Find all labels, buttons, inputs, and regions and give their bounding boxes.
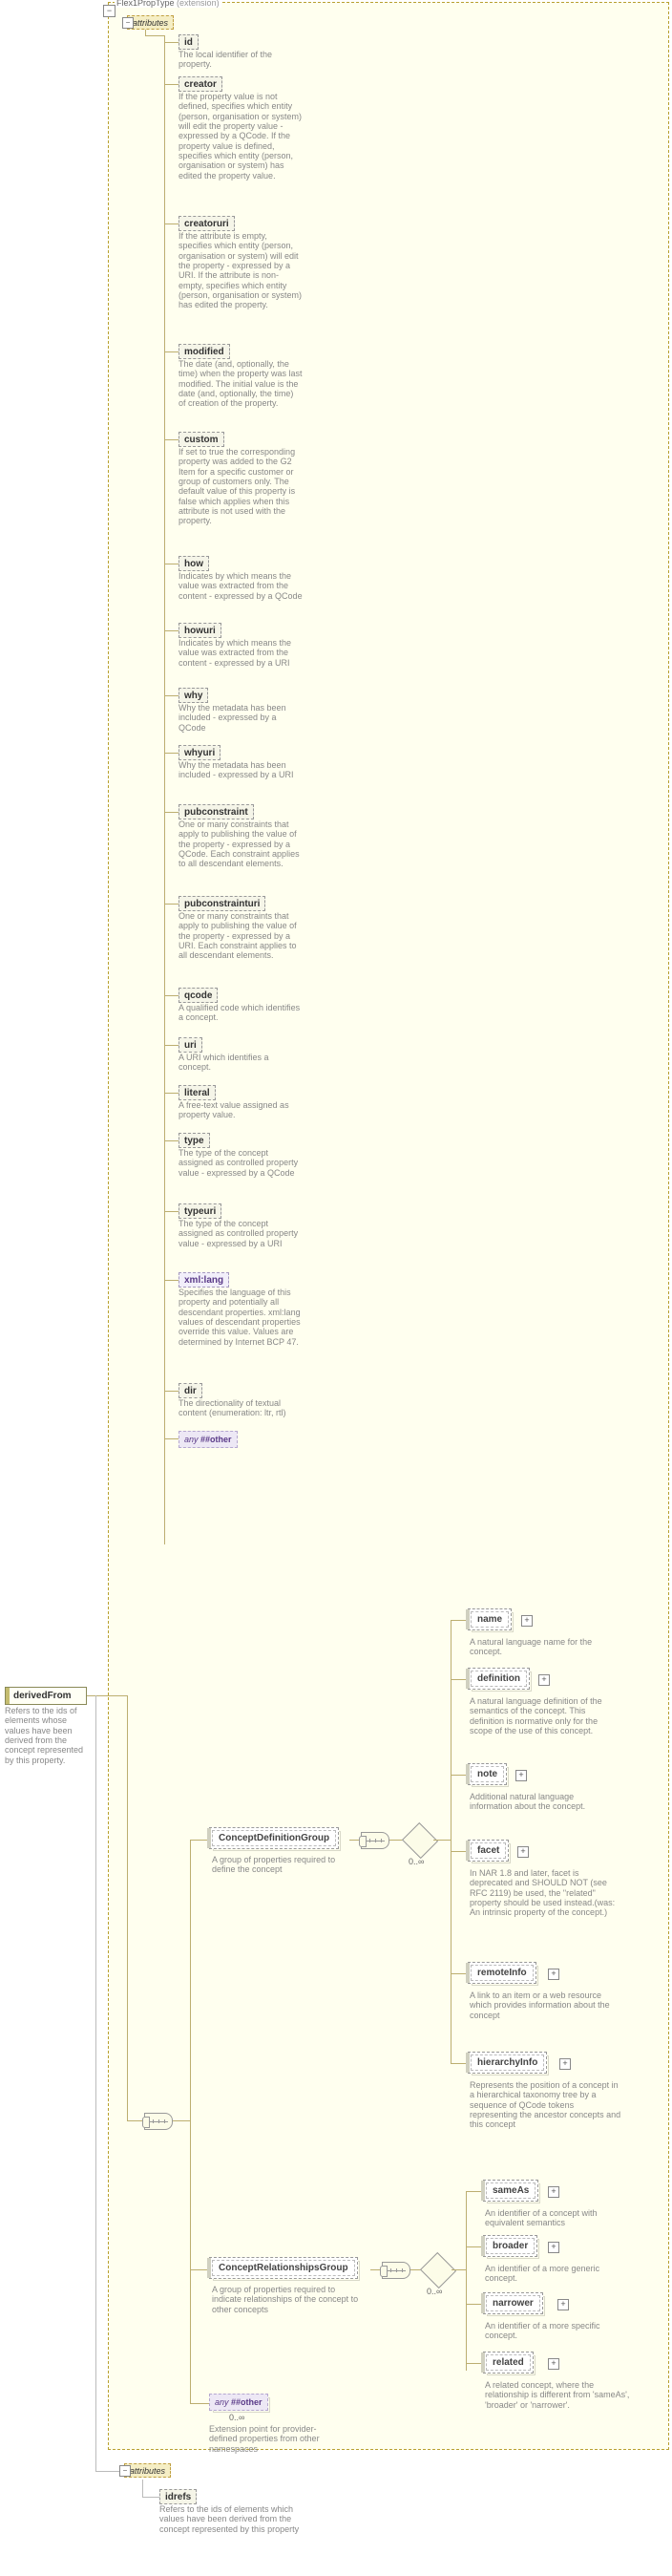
expand-icon[interactable]: +	[548, 2242, 559, 2253]
sequence-outer-icon	[144, 2113, 173, 2130]
attr-type[interactable]: type	[178, 1133, 210, 1148]
connector-line	[87, 1695, 108, 1696]
attr-whyuri-doc: Why the metadata has been included - exp…	[178, 760, 303, 780]
attr-creatoruri-doc: If the attribute is empty, specifies whi…	[178, 231, 303, 310]
element-related[interactable]: related	[483, 2352, 534, 2374]
element-hierarchyinfo[interactable]: hierarchyInfo	[468, 2052, 547, 2074]
attr-typeuri[interactable]: typeuri	[178, 1203, 221, 1219]
attr-why-doc: Why the metadata has been included - exp…	[178, 703, 303, 733]
extension-type-label: Flex1PropType (extension)	[115, 0, 221, 8]
attr-pubconstraint[interactable]: pubconstraint	[178, 804, 254, 820]
attr-why[interactable]: why	[178, 688, 208, 703]
attr-modified[interactable]: modified	[178, 344, 230, 359]
attr-custom[interactable]: custom	[178, 432, 224, 447]
group-concept-definition[interactable]: ConceptDefinitionGroup	[209, 1827, 339, 1849]
attr-pubconstraint-doc: One or many constraints that apply to pu…	[178, 820, 303, 869]
attr-howuri-doc: Indicates by which means the value was e…	[178, 638, 303, 668]
expand-icon[interactable]: +	[557, 2299, 569, 2310]
attr-creatoruri[interactable]: creatoruri	[178, 216, 235, 231]
attr-howuri[interactable]: howuri	[178, 623, 221, 638]
attr-xml-lang-doc: Specifies the language of this property …	[178, 1288, 303, 1347]
sequence-def-icon	[361, 1832, 389, 1849]
expand-icon[interactable]: +	[548, 2358, 559, 2370]
attr-how[interactable]: how	[178, 556, 209, 571]
attr-literal[interactable]: literal	[178, 1085, 216, 1100]
attr-how-doc: Indicates by which means the value was e…	[178, 571, 303, 601]
attr-modified-doc: The date (and, optionally, the time) whe…	[178, 359, 303, 409]
expand-icon[interactable]: +	[559, 2058, 571, 2070]
element-label: derivedFrom	[13, 1691, 72, 1701]
element-definition[interactable]: definition	[468, 1668, 530, 1690]
attr-whyuri[interactable]: whyuri	[178, 745, 220, 760]
element-any-other[interactable]: any ##other	[209, 2394, 268, 2411]
attr-uri-doc: A URI which identifies a concept.	[178, 1053, 303, 1073]
attr-xml-lang[interactable]: xml:lang	[178, 1272, 229, 1288]
occurrence-any: 0..∞	[229, 2413, 244, 2422]
attr-creator[interactable]: creator	[178, 76, 222, 92]
occurrence-rel: 0..∞	[427, 2287, 442, 2296]
element-narrower[interactable]: narrower	[483, 2292, 543, 2314]
attr-literal-doc: A free-text value assigned as property v…	[178, 1100, 303, 1120]
attr-type-doc: The type of the concept assigned as cont…	[178, 1148, 303, 1178]
element-derivedfrom[interactable]: derivedFrom	[5, 1687, 87, 1705]
attr-id-doc: The local identifier of the property.	[178, 50, 293, 70]
attr-pubconstrainturi-doc: One or many constraints that apply to pu…	[178, 911, 303, 961]
element-remoteinfo[interactable]: remoteInfo	[468, 1962, 536, 1984]
sequence-rel-icon	[382, 2262, 410, 2279]
attr-custom-doc: If set to true the corresponding propert…	[178, 447, 303, 526]
group-def-doc: A group of properties required to define…	[212, 1855, 355, 1875]
attr-dir-doc: The directionality of textual content (e…	[178, 1398, 303, 1418]
attr-qcode-doc: A qualified code which identifies a conc…	[178, 1003, 303, 1023]
attr-uri[interactable]: uri	[178, 1037, 202, 1053]
expand-icon[interactable]: +	[521, 1615, 533, 1627]
attr-pubconstrainturi[interactable]: pubconstrainturi	[178, 896, 265, 911]
element-sameas[interactable]: sameAs	[483, 2180, 538, 2202]
expand-icon[interactable]: +	[548, 1969, 559, 1980]
attributes-frame-heading[interactable]: − attributes	[127, 15, 174, 30]
collapse-icon[interactable]: −	[122, 17, 134, 29]
attr-creator-doc: If the property value is not defined, sp…	[178, 92, 303, 181]
attr-spine-line	[164, 35, 165, 1544]
element-name[interactable]: name	[468, 1608, 512, 1630]
attr-idrefs[interactable]: idrefs	[159, 2489, 197, 2504]
expand-icon[interactable]: +	[515, 1770, 527, 1781]
element-doc: Refers to the ids of elements whose valu…	[5, 1706, 87, 1765]
attr-id[interactable]: id	[178, 34, 199, 50]
bottom-attributes-frame[interactable]: − attributes	[124, 2463, 171, 2478]
expand-icon[interactable]: +	[538, 1674, 550, 1686]
element-note[interactable]: note	[468, 1763, 507, 1785]
attr-typeuri-doc: The type of the concept assigned as cont…	[178, 1219, 303, 1248]
expand-icon[interactable]: +	[548, 2186, 559, 2198]
extension-toggle-icon[interactable]: −	[103, 5, 116, 17]
attr-dir[interactable]: dir	[178, 1383, 202, 1398]
attr-idrefs-doc: Refers to the ids of elements which valu…	[159, 2504, 303, 2534]
element-broader[interactable]: broader	[483, 2235, 537, 2257]
element-facet[interactable]: facet	[468, 1840, 509, 1862]
expand-icon[interactable]: +	[517, 1846, 529, 1858]
group-concept-relationships[interactable]: ConceptRelationshipsGroup	[209, 2257, 358, 2279]
attr-any-other[interactable]: any ##other	[178, 1431, 238, 1448]
group-rel-doc: A group of properties required to indica…	[212, 2285, 365, 2314]
occurrence-def: 0..∞	[409, 1857, 424, 1866]
collapse-icon[interactable]: −	[119, 2465, 131, 2477]
attr-qcode[interactable]: qcode	[178, 988, 218, 1003]
